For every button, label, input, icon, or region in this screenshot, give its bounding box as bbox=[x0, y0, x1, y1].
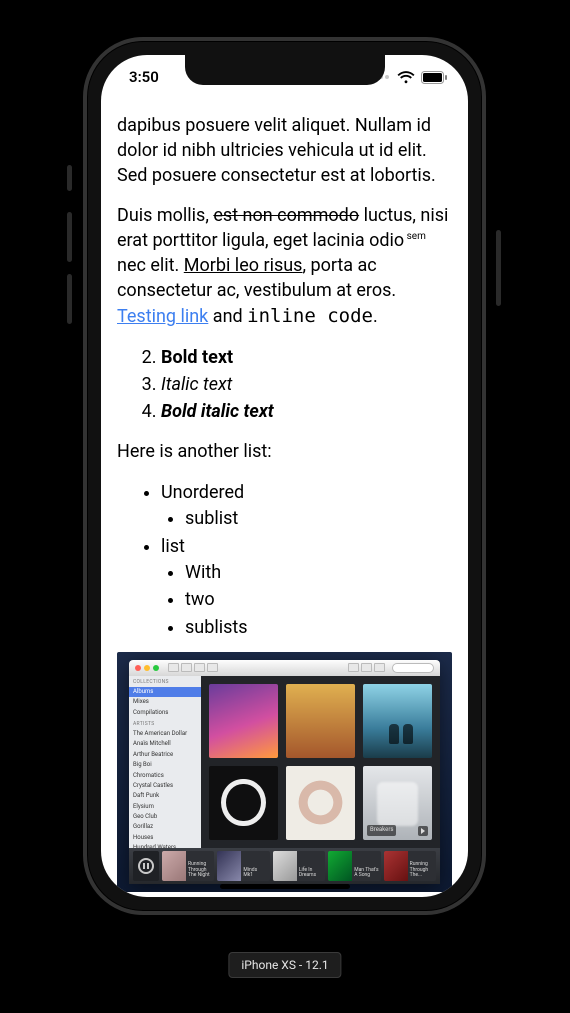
album-cover bbox=[363, 684, 432, 758]
close-icon bbox=[135, 665, 141, 671]
sidebar-item: Elysium bbox=[129, 802, 201, 812]
power-button bbox=[496, 230, 501, 306]
album-cover bbox=[209, 766, 278, 840]
list-item: two bbox=[185, 586, 452, 613]
sidebar-item: Arthur Beatrice bbox=[129, 750, 201, 760]
sidebar-item: Mixes bbox=[129, 697, 201, 707]
sidebar-item: Anaïs Mitchell bbox=[129, 739, 201, 749]
body-paragraph: dapibus posuere velit aliquet. Nullam id… bbox=[117, 113, 452, 189]
list-item: Bold italic text bbox=[161, 398, 452, 425]
track-label: Running Through The Night bbox=[188, 862, 212, 879]
battery-icon bbox=[421, 71, 448, 84]
album-cover: Breakers bbox=[363, 766, 432, 840]
queue-item: Life In Dreams bbox=[273, 851, 325, 881]
mute-switch bbox=[67, 165, 72, 191]
track-label: Man That's A Song bbox=[354, 868, 378, 879]
device-notch bbox=[185, 55, 385, 85]
window-titlebar bbox=[129, 660, 440, 676]
music-sidebar: COLLECTIONSAlbumsMixesCompilationsARTIST… bbox=[129, 676, 201, 848]
text: nec elit. bbox=[117, 255, 184, 276]
queue-item: Running Through The Night bbox=[162, 851, 214, 881]
list-item: With bbox=[185, 559, 452, 586]
album-cover bbox=[286, 684, 355, 758]
text: list bbox=[161, 536, 185, 557]
volume-up-button bbox=[67, 212, 72, 262]
sidebar-item: Gorillaz bbox=[129, 822, 201, 832]
superscript-text: sem bbox=[404, 231, 426, 242]
sidebar-header: COLLECTIONS bbox=[129, 676, 201, 687]
list-item: Italic text bbox=[161, 371, 452, 398]
track-label: Minds Mk1 bbox=[243, 868, 267, 879]
toolbar-view-icons bbox=[348, 663, 385, 672]
device-frame: 3:50 bbox=[83, 37, 486, 915]
now-playing-bar: Running Through The Night Minds Mk1 Life… bbox=[129, 848, 440, 884]
simulator-device-label: iPhone XS - 12.1 bbox=[228, 952, 341, 978]
sidebar-item: Chromatics bbox=[129, 771, 201, 781]
text: and bbox=[208, 306, 247, 327]
embedded-app-screenshot: COLLECTIONSAlbumsMixesCompilationsARTIST… bbox=[117, 652, 452, 892]
toolbar-nav-icons bbox=[168, 663, 218, 672]
track-label: Running Through The... bbox=[410, 862, 434, 879]
page-content[interactable]: dapibus posuere velit aliquet. Nullam id… bbox=[101, 105, 468, 897]
bold-text: Bold text bbox=[161, 347, 233, 368]
list-item: sublist bbox=[185, 505, 452, 532]
minimize-icon bbox=[144, 665, 150, 671]
track-label: Life In Dreams bbox=[299, 868, 323, 879]
sidebar-item: Big Boi bbox=[129, 760, 201, 770]
queue-item: Man That's A Song bbox=[328, 851, 380, 881]
zoom-icon bbox=[153, 665, 159, 671]
album-grid: Breakers bbox=[201, 676, 440, 848]
volume-down-button bbox=[67, 274, 72, 324]
italic-text: Italic text bbox=[161, 374, 232, 395]
sidebar-item: Daft Punk bbox=[129, 791, 201, 801]
music-app-window: COLLECTIONSAlbumsMixesCompilationsARTIST… bbox=[129, 660, 440, 884]
list-item: list With two sublists bbox=[161, 533, 452, 642]
list-item: Bold text bbox=[161, 344, 452, 371]
album-cover bbox=[209, 684, 278, 758]
list-item: Unordered sublist bbox=[161, 479, 452, 533]
sidebar-item: Crystal Castles bbox=[129, 781, 201, 791]
body-paragraph: Here is another list: bbox=[117, 439, 452, 464]
home-indicator[interactable] bbox=[220, 884, 350, 889]
body-paragraph: Duis mollis, est non commodo luctus, nis… bbox=[117, 203, 452, 330]
search-field bbox=[392, 663, 434, 673]
sidebar-header: ARTISTS bbox=[129, 718, 201, 729]
queue-item: Running Through The... bbox=[384, 851, 436, 881]
queue-item: Minds Mk1 bbox=[217, 851, 269, 881]
ordered-list: Bold text Italic text Bold italic text bbox=[117, 344, 452, 426]
wifi-icon bbox=[397, 71, 415, 84]
list-item: sublists bbox=[185, 614, 452, 641]
unordered-list: Unordered sublist list With two sublists bbox=[117, 479, 452, 642]
sidebar-item: Compilations bbox=[129, 708, 201, 718]
text: Duis mollis, bbox=[117, 205, 213, 226]
text: Unordered bbox=[161, 482, 244, 503]
sidebar-item: The American Dollar bbox=[129, 729, 201, 739]
device-screen: 3:50 bbox=[101, 55, 468, 897]
sidebar-item: Houses bbox=[129, 833, 201, 843]
play-pause-button bbox=[133, 851, 159, 881]
sidebar-item: Geo Club bbox=[129, 812, 201, 822]
album-cover bbox=[286, 766, 355, 840]
inline-code: inline code bbox=[247, 305, 373, 327]
text: . bbox=[373, 306, 378, 327]
sidebar-item: Albums bbox=[129, 687, 201, 697]
testing-link[interactable]: Testing link bbox=[117, 306, 208, 327]
bold-italic-text: Bold italic text bbox=[161, 401, 274, 422]
status-time: 3:50 bbox=[129, 68, 159, 86]
strikethrough-text: est non commodo bbox=[213, 205, 359, 226]
underlined-text: Morbi leo risus bbox=[184, 255, 303, 276]
album-label: Breakers bbox=[367, 825, 396, 835]
play-icon bbox=[418, 826, 428, 836]
